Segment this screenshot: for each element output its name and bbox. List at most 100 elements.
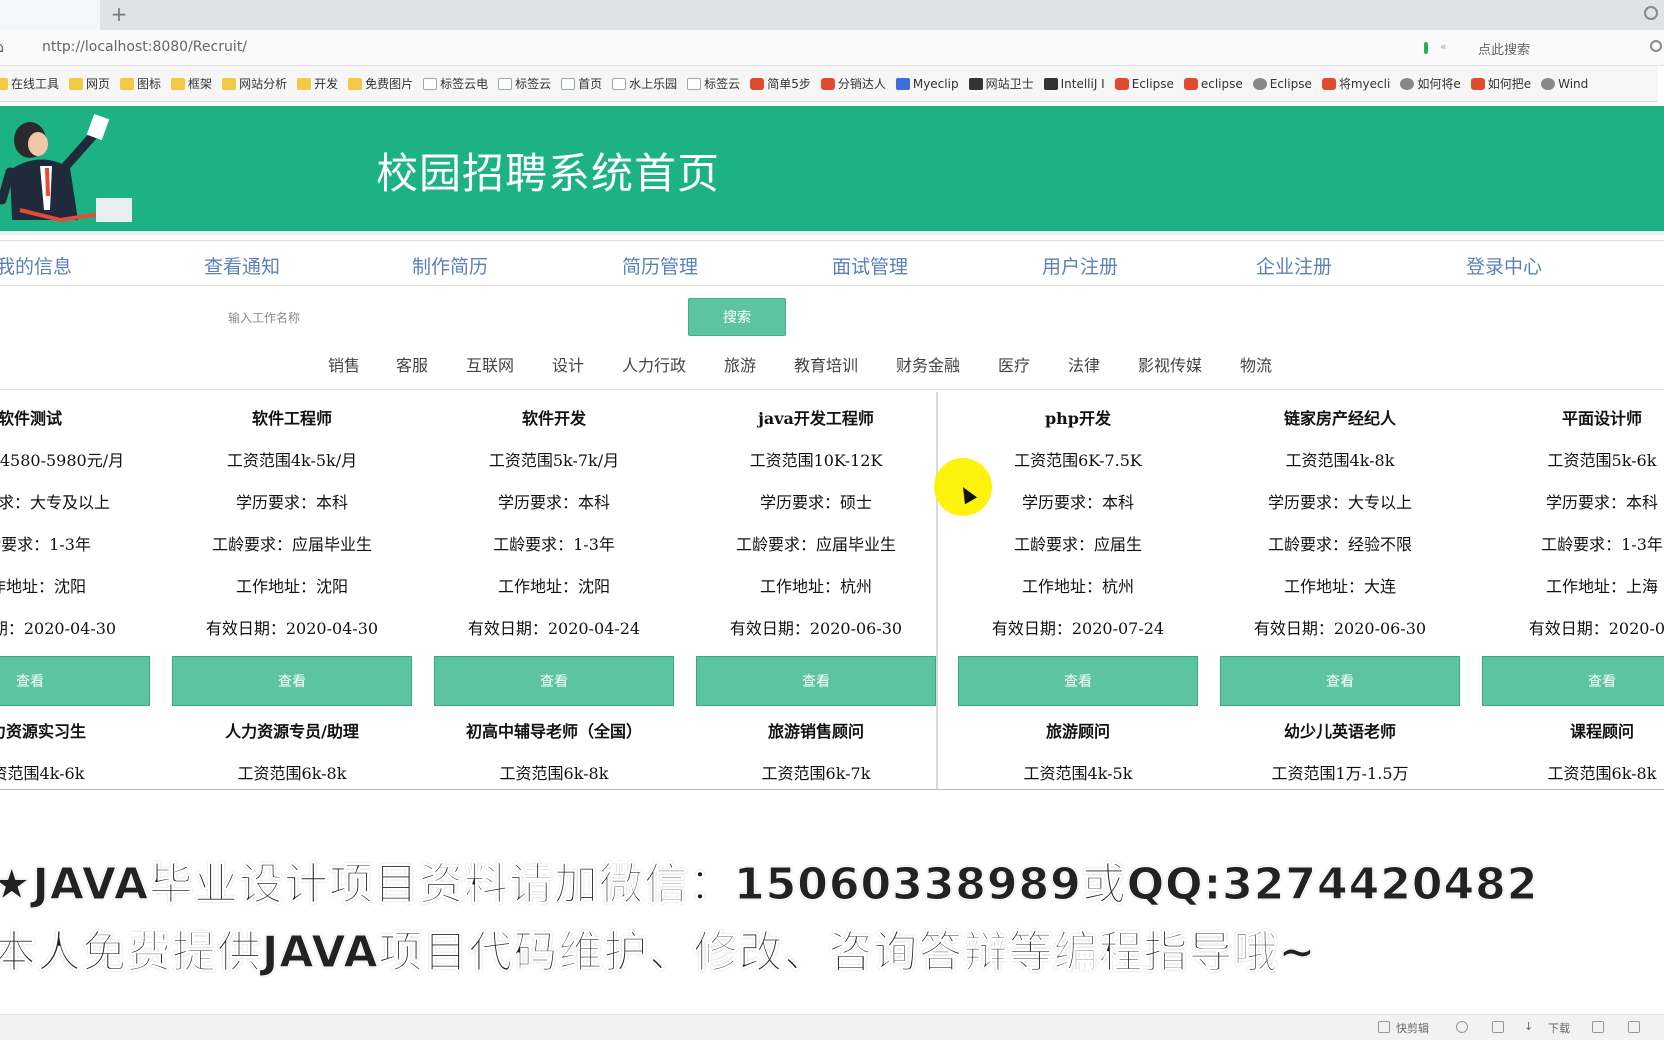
category-tab[interactable]: 设计 bbox=[552, 352, 584, 376]
job-list: 软件测试工资范围4580-5980元/月学历要求：大专及以上工龄要求：1-3年工… bbox=[0, 392, 1664, 790]
status-window-icon[interactable] bbox=[1592, 1021, 1604, 1033]
status-app-icon[interactable] bbox=[1378, 1021, 1390, 1033]
browser-menu-icon[interactable] bbox=[1644, 6, 1658, 20]
bookmark-favicon-icon bbox=[820, 77, 835, 90]
bookmark-item[interactable]: 在线工具 bbox=[0, 75, 59, 92]
bookmarks-bar: 在线工具 网页 图标 框架 网站分析 开发 免费图片 标签云电 标签云 首页 水上乐园 标签云 简单5步… bbox=[0, 66, 1658, 102]
job-card: 软件测试工资范围4580-5980元/月学历要求：大专及以上工龄要求：1-3年工… bbox=[0, 392, 150, 706]
job-location: 工作地址：大连 bbox=[1283, 577, 1396, 596]
nav-item-login-center[interactable]: 登录中心 bbox=[1466, 252, 1542, 279]
nav-item-notices[interactable]: 查看通知 bbox=[204, 252, 280, 279]
view-job-button[interactable]: 查看 bbox=[1220, 656, 1460, 706]
search-button[interactable]: 搜索 bbox=[688, 298, 786, 336]
view-job-button[interactable]: 查看 bbox=[172, 656, 412, 706]
security-indicator-icon bbox=[1424, 42, 1428, 54]
bookmark-item[interactable]: 开发 bbox=[297, 75, 338, 92]
category-tab[interactable]: 物流 bbox=[1240, 352, 1272, 376]
job-salary: 工资范围6k-8k bbox=[1547, 764, 1657, 783]
nav-item-my-info[interactable]: 我的信息 bbox=[0, 252, 72, 279]
status-item-quick-edit[interactable]: 快剪辑 bbox=[1396, 1020, 1429, 1036]
bookmark-item[interactable]: 免费图片 bbox=[348, 75, 413, 92]
bookmark-item[interactable]: 标签云 bbox=[687, 75, 740, 92]
bookmark-item[interactable]: Eclipse bbox=[1252, 77, 1312, 91]
url-field[interactable]: nttp://localhost:8080/Recruit/ bbox=[42, 39, 247, 55]
nav-item-resume-management[interactable]: 简历管理 bbox=[622, 252, 698, 279]
bookmark-item[interactable]: 网页 bbox=[69, 75, 110, 92]
nav-item-create-resume[interactable]: 制作简历 bbox=[412, 252, 488, 279]
job-title[interactable]: 旅游顾问 bbox=[958, 718, 1198, 742]
job-title[interactable]: 课程顾问 bbox=[1482, 718, 1664, 742]
job-education: 学历要求：本科 bbox=[235, 493, 348, 512]
job-title[interactable]: 初高中辅导老师（全国） bbox=[434, 718, 674, 742]
category-tab[interactable]: 人力行政 bbox=[622, 352, 686, 376]
bookmark-item[interactable]: 如何把e bbox=[1470, 75, 1532, 92]
site-header bbox=[0, 106, 1664, 231]
category-tab[interactable]: 销售 bbox=[328, 352, 360, 376]
bookmark-item[interactable]: 简单5步 bbox=[750, 75, 811, 92]
bookmark-favicon-icon bbox=[1321, 77, 1336, 90]
bookmark-label: 如何把e bbox=[1487, 77, 1532, 91]
bookmark-favicon-icon bbox=[1400, 77, 1415, 90]
view-job-button[interactable]: 查看 bbox=[434, 656, 674, 706]
bookmark-item[interactable]: 网站卫士 bbox=[968, 75, 1034, 92]
bookmark-item[interactable]: 首页 bbox=[561, 75, 602, 92]
bookmark-item[interactable]: Eclipse bbox=[1114, 77, 1174, 91]
bookmark-item[interactable]: 分销达人 bbox=[820, 75, 886, 92]
status-info-icon[interactable] bbox=[1456, 1021, 1468, 1033]
bookmark-favicon-icon bbox=[1183, 77, 1198, 90]
job-title[interactable]: 人力资源专员/助理 bbox=[172, 718, 412, 742]
bookmark-favicon-icon bbox=[750, 77, 765, 90]
view-job-button[interactable]: 查看 bbox=[1482, 656, 1664, 706]
category-tab[interactable]: 旅游 bbox=[724, 352, 756, 376]
bookmark-item[interactable]: 水上乐园 bbox=[612, 75, 677, 92]
job-title[interactable]: 人力资源实习生 bbox=[0, 718, 150, 742]
nav-item-company-register[interactable]: 企业注册 bbox=[1256, 252, 1332, 279]
dropdown-arrow-icon[interactable]: « bbox=[1440, 40, 1447, 53]
browser-tab[interactable] bbox=[0, 0, 100, 30]
bookmark-item[interactable]: 网站分析 bbox=[222, 75, 287, 92]
bookmark-item[interactable]: 框架 bbox=[171, 75, 212, 92]
bookmark-item[interactable]: 将myecli bbox=[1321, 75, 1391, 92]
category-tab[interactable]: 财务金融 bbox=[896, 352, 960, 376]
bookmark-item[interactable]: 图标 bbox=[120, 75, 161, 92]
job-card: java开发工程师 工资范围10K-12K 学历要求：硕士 工龄要求：应届毕业生 工作地… bbox=[696, 392, 936, 706]
view-job-button[interactable]: 查看 bbox=[958, 656, 1198, 706]
job-title[interactable]: 幼少儿英语老师 bbox=[1220, 718, 1460, 742]
status-music-icon[interactable] bbox=[1492, 1021, 1504, 1033]
bookmark-item[interactable]: IntelliJ I bbox=[1043, 77, 1105, 91]
category-tab[interactable]: 法律 bbox=[1068, 352, 1100, 376]
new-tab-button[interactable]: + bbox=[108, 3, 130, 25]
status-item-download[interactable]: 下载 bbox=[1548, 1020, 1570, 1036]
bookmark-item[interactable]: 如何将e bbox=[1400, 75, 1461, 92]
bookmark-item[interactable]: Myeclip bbox=[895, 77, 959, 91]
job-title[interactable]: 旅游销售顾问 bbox=[696, 718, 936, 742]
bookmark-item[interactable]: Wind bbox=[1541, 77, 1588, 91]
bookmark-item[interactable]: 标签云 bbox=[498, 75, 551, 92]
job-education: 学历要求：本科 bbox=[1545, 493, 1658, 512]
category-bar: 销售 客服 互联网 设计 人力行政 旅游 教育培训 财务金融 医疗 法律 影视传媒 物流 bbox=[0, 348, 1664, 390]
nav-item-interview-management[interactable]: 面试管理 bbox=[832, 252, 908, 279]
category-tab[interactable]: 客服 bbox=[396, 352, 428, 376]
bookmark-item[interactable]: 标签云电 bbox=[423, 75, 488, 92]
status-settings-icon[interactable] bbox=[1628, 1021, 1640, 1033]
column-divider bbox=[936, 392, 938, 789]
job-education: 学历要求：大专以上 bbox=[1267, 493, 1412, 512]
job-card: 软件工程师 工资范围4k-5k/月 学历要求：本科 工龄要求：应届毕业生 工作地址：沈阳… bbox=[172, 392, 412, 706]
job-education: 学历要求：本科 bbox=[1021, 493, 1134, 512]
category-tab[interactable]: 教育培训 bbox=[794, 352, 858, 376]
bookmark-item[interactable]: eclipse bbox=[1183, 77, 1243, 91]
nav-item-user-register[interactable]: 用户注册 bbox=[1042, 252, 1118, 279]
category-tab[interactable]: 影视传媒 bbox=[1138, 352, 1202, 376]
download-icon[interactable]: ↓ bbox=[1524, 1020, 1533, 1033]
search-icon[interactable] bbox=[1650, 40, 1662, 52]
folder-icon bbox=[120, 77, 135, 90]
category-tab[interactable]: 医疗 bbox=[998, 352, 1030, 376]
job-search-input[interactable] bbox=[214, 300, 684, 336]
category-tab[interactable]: 互联网 bbox=[466, 352, 514, 376]
home-icon[interactable]: ⌂ bbox=[0, 38, 12, 56]
bookmark-label: 将myecli bbox=[1338, 77, 1391, 91]
view-job-button[interactable]: 查看 bbox=[696, 656, 936, 706]
view-job-button[interactable]: 查看 bbox=[0, 656, 150, 706]
header-divider bbox=[0, 231, 1664, 235]
browser-search-field[interactable]: 点此搜索 bbox=[1478, 39, 1530, 58]
